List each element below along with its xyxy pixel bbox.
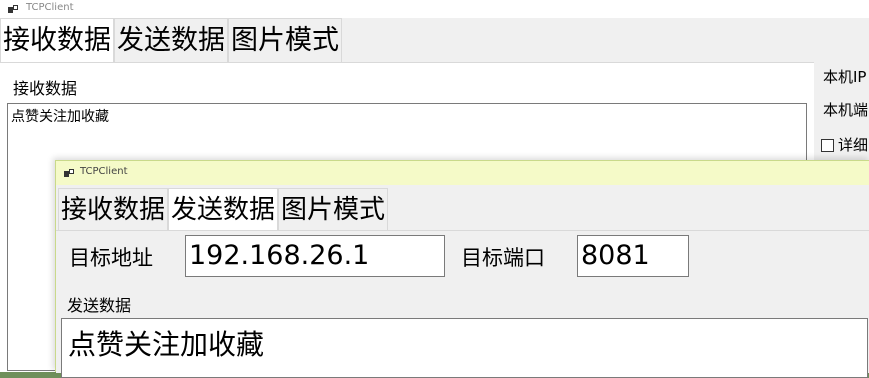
app-window-icon bbox=[64, 169, 74, 177]
receive-text: 点赞关注加收藏 bbox=[11, 109, 109, 125]
tab-receive-data[interactable]: 接收数据 bbox=[58, 188, 169, 230]
send-textbox[interactable]: 点赞关注加收藏 bbox=[61, 318, 868, 378]
detail-checkbox-label: 详细 bbox=[838, 136, 869, 154]
app-window-icon bbox=[8, 5, 18, 13]
target-port-input[interactable]: 8081 bbox=[577, 235, 689, 277]
target-address-label: 目标地址 bbox=[69, 246, 153, 270]
target-address-input[interactable]: 192.168.26.1 bbox=[185, 235, 445, 277]
window-title: TCPClient bbox=[80, 166, 128, 177]
tab-send-data[interactable]: 发送数据 bbox=[114, 18, 228, 62]
tab-strip: 接收数据 发送数据 图片模式 bbox=[58, 188, 389, 230]
local-ip-label: 本机IP bbox=[823, 68, 867, 86]
tab-image-mode[interactable]: 图片模式 bbox=[278, 188, 389, 230]
local-port-label: 本机端 bbox=[823, 101, 869, 119]
send-text: 点赞关注加收藏 bbox=[68, 328, 265, 361]
title-bar[interactable]: TCPClient bbox=[56, 161, 869, 185]
window-title: TCPClient bbox=[26, 2, 74, 13]
receive-group-label: 接收数据 bbox=[13, 79, 78, 98]
tab-image-mode[interactable]: 图片模式 bbox=[228, 18, 342, 62]
tab-receive-data[interactable]: 接收数据 bbox=[0, 18, 114, 62]
detail-checkbox[interactable] bbox=[821, 139, 834, 152]
send-group-label: 发送数据 bbox=[67, 296, 132, 315]
tab-strip: 接收数据 发送数据 图片模式 bbox=[0, 18, 342, 62]
front-window: TCPClient 接收数据 发送数据 图片模式 目标地址 192.168.26… bbox=[55, 160, 869, 378]
target-port-label: 目标端口 bbox=[461, 246, 545, 270]
tab-send-data[interactable]: 发送数据 bbox=[168, 188, 279, 230]
title-bar[interactable]: TCPClient bbox=[0, 0, 869, 18]
